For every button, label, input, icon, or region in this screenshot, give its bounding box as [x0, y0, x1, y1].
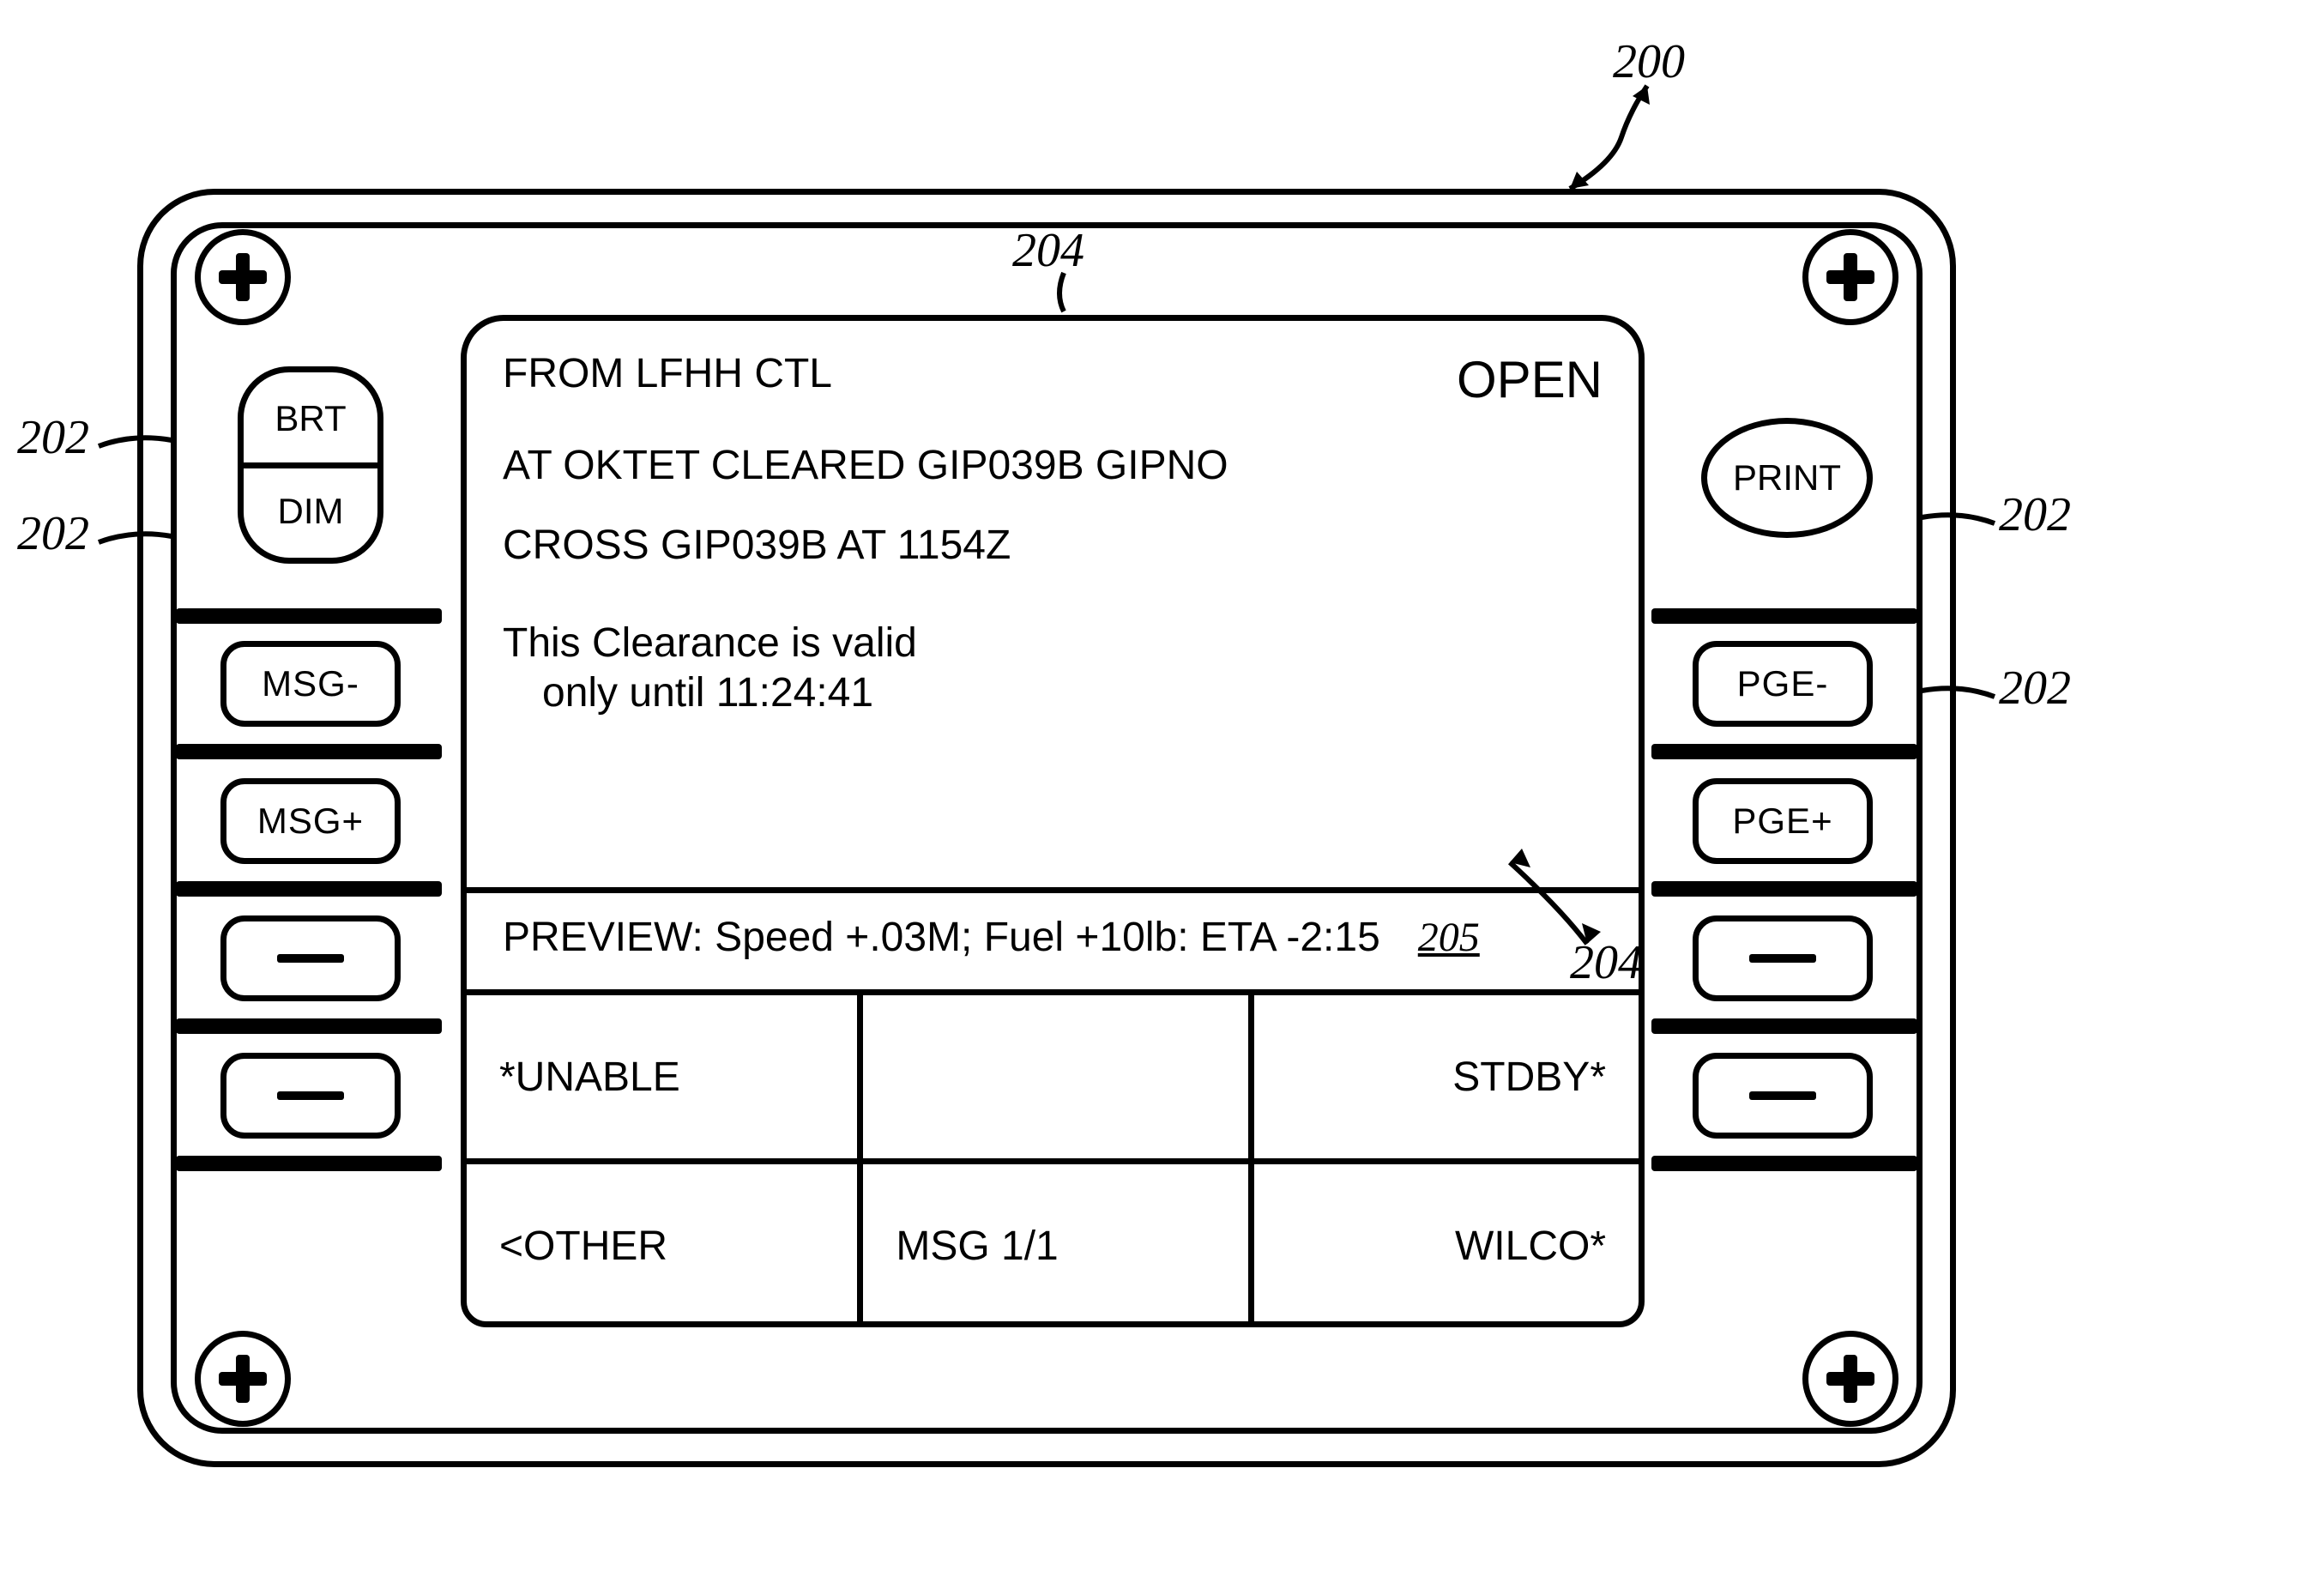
ref-202: 202	[1999, 487, 2071, 542]
clearance-line-1: AT OKTET CLEARED GIP039B GIPNO	[503, 442, 1603, 489]
softkey-stdby[interactable]: STDBY*	[1248, 989, 1639, 1158]
bezel-slot	[1651, 1018, 1917, 1034]
display-screen: FROM LFHH CTL OPEN AT OKTET CLEARED GIP0…	[461, 315, 1645, 1327]
screw-icon	[195, 1331, 291, 1427]
softkey-other[interactable]: <OTHER	[467, 1158, 857, 1327]
lead-line	[99, 529, 176, 555]
lead-line	[1922, 684, 1999, 710]
softkey-blank	[857, 989, 1247, 1158]
blank-button-l2[interactable]	[220, 1053, 401, 1139]
ref-202: 202	[17, 506, 89, 561]
blank-button-r2[interactable]	[1693, 1053, 1873, 1139]
msg-minus-button[interactable]: MSG-	[220, 641, 401, 727]
screw-icon	[195, 229, 291, 325]
print-button[interactable]: PRINT	[1701, 418, 1873, 538]
screw-icon	[1802, 1331, 1898, 1427]
blank-button-l1[interactable]	[220, 915, 401, 1001]
figure-canvas: 200 BRT DIM MSG- MSG+	[0, 0, 2324, 1577]
validity-line-2: only until 11:24:41	[503, 668, 1603, 718]
arrow-200	[1544, 77, 1681, 206]
device-bezel: BRT DIM MSG- MSG+ PRINT PGE- PGE+ FROM L…	[137, 189, 1956, 1467]
lead-line	[99, 433, 176, 459]
bezel-slot	[1651, 744, 1917, 759]
validity-line-1: This Clearance is valid	[503, 619, 1603, 668]
bezel-slot	[1651, 608, 1917, 624]
ref-204: 204	[1012, 223, 1084, 278]
pge-minus-button[interactable]: PGE-	[1693, 641, 1873, 727]
message-area: FROM LFHH CTL OPEN AT OKTET CLEARED GIP0…	[467, 321, 1639, 853]
validity-text: This Clearance is valid only until 11:24…	[503, 619, 1603, 717]
screw-icon	[1802, 229, 1898, 325]
preview-text: PREVIEW: Speed +.03M; Fuel +10lb: ETA -2…	[503, 914, 1380, 961]
bezel-slot	[1651, 1156, 1917, 1171]
minus-icon	[277, 1091, 344, 1100]
msg-plus-button[interactable]: MSG+	[220, 778, 401, 864]
dim-button[interactable]: DIM	[244, 465, 377, 558]
softkey-unable[interactable]: *UNABLE	[467, 989, 857, 1158]
bezel-slot	[176, 608, 442, 624]
minus-icon	[1749, 954, 1816, 963]
lead-line	[1922, 511, 1999, 536]
minus-icon	[1749, 1091, 1816, 1100]
ref-205: 205	[1418, 914, 1480, 961]
bezel-slot	[176, 744, 442, 759]
arrow-204	[1493, 849, 1613, 970]
from-label: FROM LFHH CTL	[503, 350, 832, 397]
divider	[467, 887, 1639, 893]
bezel-slot	[176, 881, 442, 897]
brt-dim-rocker[interactable]: BRT DIM	[238, 366, 383, 564]
pill-divider	[238, 462, 383, 468]
lead-line	[1047, 273, 1081, 316]
minus-icon	[277, 954, 344, 963]
brt-button[interactable]: BRT	[244, 372, 377, 465]
msg-page-label: MSG 1/1	[857, 1158, 1247, 1327]
blank-button-r1[interactable]	[1693, 915, 1873, 1001]
bezel-slot	[1651, 881, 1917, 897]
bezel-slot	[176, 1156, 442, 1171]
ref-202: 202	[1999, 661, 2071, 716]
clearance-line-2: CROSS GIP039B AT 1154Z	[503, 522, 1603, 569]
softkey-wilco[interactable]: WILCO*	[1248, 1158, 1639, 1327]
ref-202: 202	[17, 410, 89, 465]
status-label: OPEN	[1457, 350, 1603, 409]
softkey-grid: *UNABLE STDBY* <OTHER MSG 1/1 WILCO*	[467, 989, 1639, 1327]
pge-plus-button[interactable]: PGE+	[1693, 778, 1873, 864]
bezel-slot	[176, 1018, 442, 1034]
